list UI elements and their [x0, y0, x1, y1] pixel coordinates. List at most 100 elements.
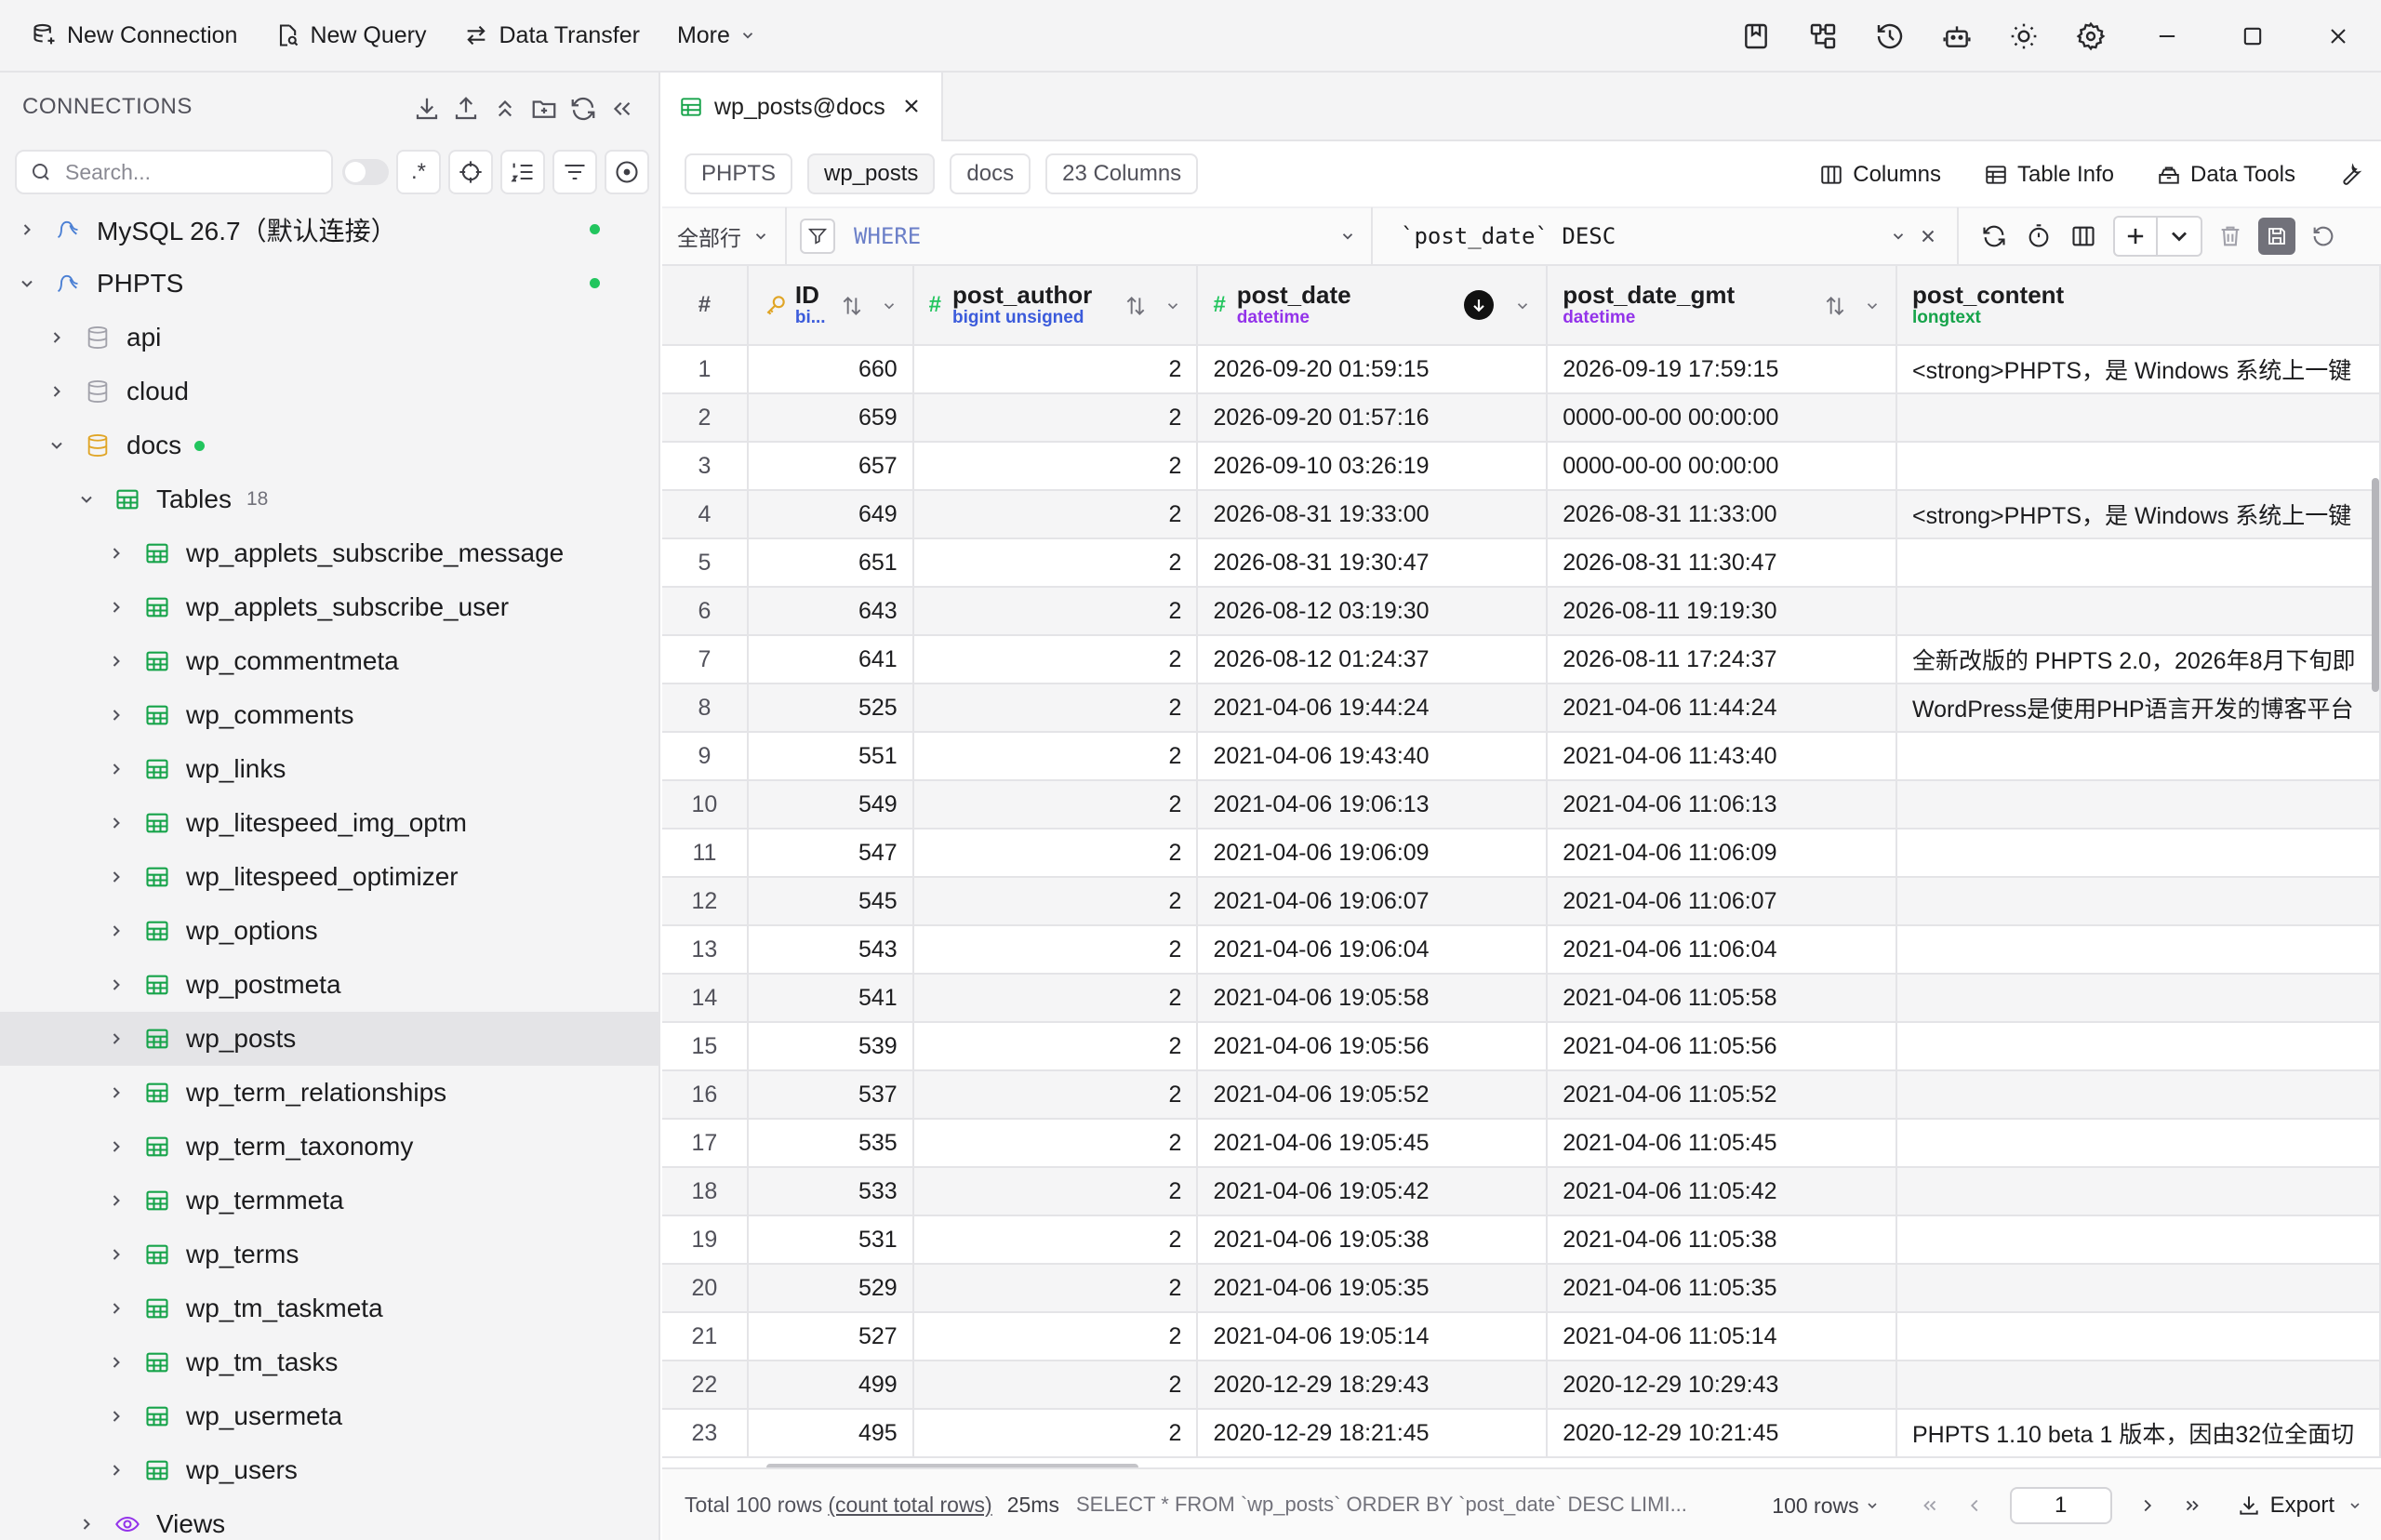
- sort-toggle-icon[interactable]: [840, 294, 864, 318]
- id-cell[interactable]: 659: [747, 393, 914, 443]
- post-date-gmt-cell[interactable]: 2021-04-06 11:05:58: [1547, 974, 1897, 1023]
- post-date-cell[interactable]: 2026-08-31 19:30:47: [1197, 538, 1549, 588]
- post-author-cell[interactable]: 2: [912, 877, 1199, 926]
- table-row[interactable]: 1 660 2 2026-09-20 01:59:15 2026-09-19 17:59…: [662, 345, 2381, 394]
- post-date-cell[interactable]: 2020-12-29 18:29:43: [1197, 1361, 1549, 1410]
- expand-toggle[interactable]: [104, 811, 128, 835]
- expand-toggle[interactable]: [104, 919, 128, 943]
- post-content-cell[interactable]: [1895, 1264, 2381, 1313]
- post-date-cell[interactable]: 2021-04-06 19:05:58: [1197, 974, 1549, 1023]
- table-row[interactable]: 13 543 2 2021-04-06 19:06:04 2021-04-06 11:0…: [662, 925, 2381, 975]
- more-menu-button[interactable]: More: [658, 8, 775, 62]
- post-content-cell[interactable]: [1895, 442, 2381, 491]
- table-row[interactable]: 14 541 2 2021-04-06 19:05:58 2021-04-06 11:0…: [662, 974, 2381, 1023]
- collapse-all-button[interactable]: [486, 89, 525, 128]
- expand-toggle[interactable]: [104, 1350, 128, 1374]
- table-row[interactable]: 4 649 2 2026-08-31 19:33:00 2026-08-31 11:33…: [662, 490, 2381, 539]
- post-content-cell[interactable]: [1895, 1167, 2381, 1216]
- id-cell[interactable]: 643: [747, 587, 914, 636]
- id-cell[interactable]: 541: [747, 974, 914, 1023]
- post-date-gmt-cell[interactable]: 2021-04-06 11:44:24: [1547, 684, 1897, 733]
- post-date-gmt-cell[interactable]: 2021-04-06 11:06:07: [1547, 877, 1897, 926]
- collapse-sidebar-button[interactable]: [603, 89, 642, 128]
- sort-toggle-icon[interactable]: [1124, 294, 1148, 318]
- id-cell[interactable]: 649: [747, 490, 914, 539]
- post-author-cell[interactable]: 2: [912, 1070, 1199, 1120]
- tree-item[interactable]: Tables 18: [0, 472, 658, 526]
- table-row[interactable]: 6 643 2 2026-08-12 03:19:30 2026-08-11 19:19…: [662, 587, 2381, 636]
- post-author-cell[interactable]: 2: [912, 442, 1199, 491]
- post-content-cell[interactable]: [1895, 393, 2381, 443]
- post-author-cell[interactable]: 2: [912, 1312, 1199, 1361]
- id-cell[interactable]: 533: [747, 1167, 914, 1216]
- post-date-gmt-cell[interactable]: 2020-12-29 10:29:43: [1547, 1361, 1897, 1410]
- column-header-post-content[interactable]: post_content longtext: [1895, 266, 2381, 346]
- post-date-gmt-cell[interactable]: 0000-00-00 00:00:00: [1547, 442, 1897, 491]
- expand-toggle[interactable]: [104, 1404, 128, 1428]
- where-input[interactable]: [854, 223, 1300, 249]
- post-date-cell[interactable]: 2021-04-06 19:05:45: [1197, 1119, 1549, 1168]
- tree-item[interactable]: PHPTS: [0, 257, 658, 311]
- table-row[interactable]: 10 549 2 2021-04-06 19:06:13 2021-04-06 11:0…: [662, 780, 2381, 830]
- chevron-down-icon[interactable]: [1164, 298, 1181, 314]
- id-cell[interactable]: 660: [747, 345, 914, 394]
- expand-toggle[interactable]: [15, 218, 39, 242]
- tree-item[interactable]: wp_term_taxonomy: [0, 1120, 658, 1174]
- id-cell[interactable]: 539: [747, 1022, 914, 1071]
- post-author-cell[interactable]: 2: [912, 1361, 1199, 1410]
- id-cell[interactable]: 549: [747, 780, 914, 830]
- post-author-cell[interactable]: 2: [912, 1215, 1199, 1265]
- post-content-cell[interactable]: <strong>PHPTS，是 Windows 系统上一键: [1895, 345, 2381, 394]
- id-cell[interactable]: 529: [747, 1264, 914, 1313]
- post-date-cell[interactable]: 2021-04-06 19:06:09: [1197, 829, 1549, 878]
- vertical-scrollbar[interactable]: [2372, 478, 2379, 692]
- id-cell[interactable]: 651: [747, 538, 914, 588]
- id-cell[interactable]: 545: [747, 877, 914, 926]
- expand-toggle[interactable]: [104, 1188, 128, 1213]
- post-date-gmt-cell[interactable]: 2026-08-11 19:19:30: [1547, 587, 1897, 636]
- post-content-cell[interactable]: WordPress是使用PHP语言开发的博客平台: [1895, 684, 2381, 733]
- post-content-cell[interactable]: <strong>PHPTS，是 Windows 系统上一键: [1895, 490, 2381, 539]
- post-author-cell[interactable]: 2: [912, 587, 1199, 636]
- maximize-button[interactable]: [2210, 0, 2295, 73]
- post-author-cell[interactable]: 2: [912, 393, 1199, 443]
- tree-item[interactable]: wp_tm_tasks: [0, 1335, 658, 1389]
- id-cell[interactable]: 499: [747, 1361, 914, 1410]
- id-cell[interactable]: 657: [747, 442, 914, 491]
- post-author-cell[interactable]: 2: [912, 490, 1199, 539]
- table-info-button[interactable]: Table Info: [1984, 162, 2114, 188]
- settings-button[interactable]: [2057, 0, 2124, 73]
- search-input[interactable]: [65, 159, 307, 185]
- table-row[interactable]: 7 641 2 2026-08-12 01:24:37 2026-08-11 17:24…: [662, 635, 2381, 684]
- expand-toggle[interactable]: [45, 433, 69, 458]
- expand-toggle[interactable]: [104, 703, 128, 727]
- post-author-cell[interactable]: 2: [912, 345, 1199, 394]
- timer-button[interactable]: [2016, 216, 2061, 257]
- post-date-cell[interactable]: 2026-09-20 01:57:16: [1197, 393, 1549, 443]
- expand-toggle[interactable]: [45, 379, 69, 404]
- table-row[interactable]: 11 547 2 2021-04-06 19:06:09 2021-04-06 11:0…: [662, 829, 2381, 878]
- expand-toggle[interactable]: [74, 487, 99, 511]
- columns-count-badge[interactable]: 23 Columns: [1045, 153, 1199, 194]
- table-row[interactable]: 17 535 2 2021-04-06 19:05:45 2021-04-06 11:0…: [662, 1119, 2381, 1168]
- sort-toggle-icon[interactable]: [1823, 294, 1847, 318]
- expand-toggle[interactable]: [104, 865, 128, 889]
- id-cell[interactable]: 525: [747, 684, 914, 733]
- chevron-down-icon[interactable]: [1514, 298, 1531, 314]
- new-query-button[interactable]: New Query: [256, 8, 445, 62]
- id-cell[interactable]: 641: [747, 635, 914, 684]
- post-date-cell[interactable]: 2026-09-10 03:26:19: [1197, 442, 1549, 491]
- post-date-gmt-cell[interactable]: 2021-04-06 11:05:42: [1547, 1167, 1897, 1216]
- refresh-data-button[interactable]: [1972, 216, 2016, 257]
- post-date-cell[interactable]: 2021-04-06 19:05:42: [1197, 1167, 1549, 1216]
- post-author-cell[interactable]: 2: [912, 635, 1199, 684]
- post-date-gmt-cell[interactable]: 0000-00-00 00:00:00: [1547, 393, 1897, 443]
- history-button[interactable]: [1856, 0, 1923, 73]
- save-changes-button[interactable]: [2258, 218, 2295, 255]
- post-date-cell[interactable]: 2021-04-06 19:43:40: [1197, 732, 1549, 781]
- tree-item[interactable]: wp_terms: [0, 1228, 658, 1281]
- column-header-id[interactable]: ID bi...: [747, 266, 914, 346]
- columns-button[interactable]: Columns: [1819, 162, 1941, 188]
- post-author-cell[interactable]: 2: [912, 780, 1199, 830]
- post-content-cell[interactable]: [1895, 1312, 2381, 1361]
